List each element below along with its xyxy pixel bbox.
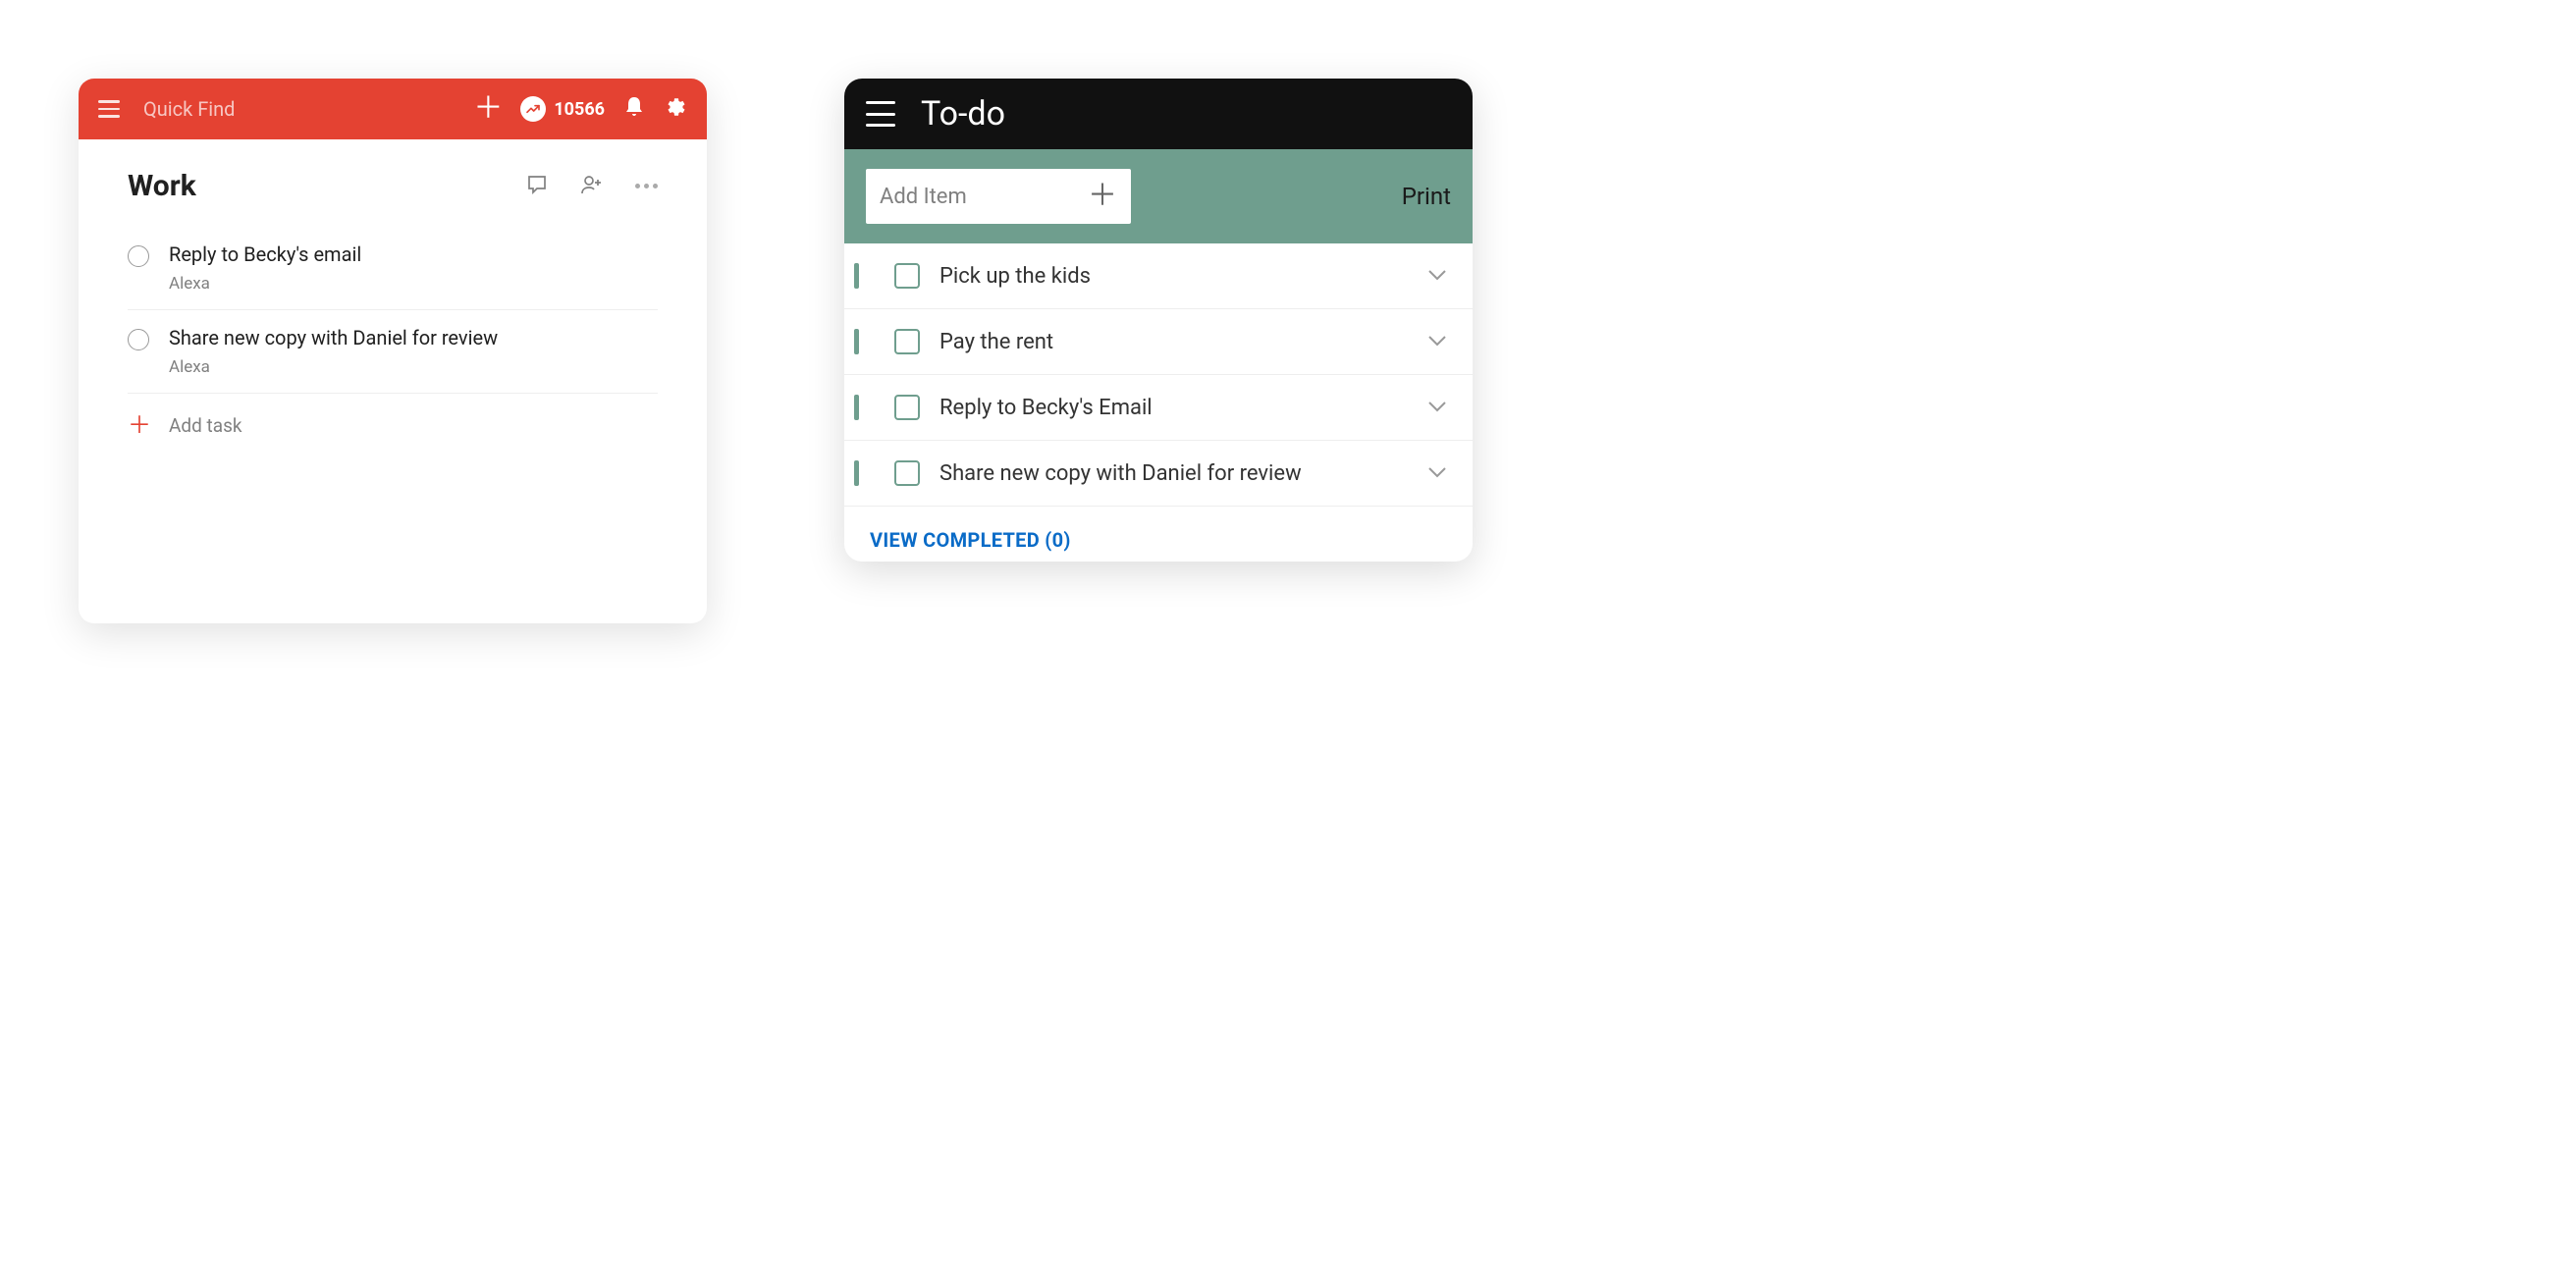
list-item[interactable]: Share new copy with Daniel for review: [844, 441, 1473, 507]
share-icon[interactable]: [580, 173, 604, 200]
more-icon[interactable]: [635, 184, 658, 188]
task-label: Alexa: [169, 274, 658, 294]
todoist-window: Quick Find ＋ 10566 Work: [79, 79, 707, 623]
add-task-label: Add task: [169, 414, 242, 437]
item-text: Pick up the kids: [939, 264, 1408, 289]
task-checkbox[interactable]: [128, 329, 149, 350]
plus-icon[interactable]: ＋: [1088, 182, 1117, 211]
project-title: Work: [128, 169, 525, 203]
item-checkbox[interactable]: [894, 329, 920, 354]
task-checkbox[interactable]: [128, 245, 149, 267]
comments-icon[interactable]: [525, 173, 549, 200]
page-title: To-do: [921, 94, 1005, 134]
item-accent-bar: [854, 263, 859, 289]
item-checkbox[interactable]: [894, 460, 920, 486]
settings-icon[interactable]: [664, 95, 687, 123]
todo-list: Pick up the kids Pay the rent Reply to B…: [844, 243, 1473, 507]
print-button[interactable]: Print: [1402, 183, 1451, 210]
task-content: Reply to Becky's email Alexa: [169, 242, 658, 294]
item-text: Share new copy with Daniel for review: [939, 461, 1408, 486]
item-text: Reply to Becky's Email: [939, 396, 1408, 420]
productivity-icon: [520, 96, 546, 122]
task-title: Reply to Becky's email: [169, 242, 658, 266]
karma-button[interactable]: 10566: [520, 96, 605, 122]
list-item[interactable]: Pay the rent: [844, 309, 1473, 375]
list-item[interactable]: Reply to Becky's Email: [844, 375, 1473, 441]
add-item-placeholder: Add Item: [880, 185, 967, 209]
add-item-bar: Add Item ＋ Print: [844, 149, 1473, 243]
project-actions: [525, 173, 658, 200]
header-actions: ＋ 10566: [473, 94, 687, 124]
chevron-down-icon[interactable]: [1427, 399, 1447, 417]
todoist-content: Work Reply to Becky's email Alexa: [79, 139, 707, 623]
view-completed-button[interactable]: VIEW COMPLETED (0): [844, 507, 1473, 562]
karma-count: 10566: [554, 99, 605, 120]
item-checkbox[interactable]: [894, 395, 920, 420]
task-content: Share new copy with Daniel for review Al…: [169, 326, 658, 377]
alexa-header: To-do: [844, 79, 1473, 149]
menu-icon[interactable]: [98, 96, 124, 122]
chevron-down-icon[interactable]: [1427, 464, 1447, 483]
add-task-button[interactable]: ＋ Add task: [128, 394, 658, 437]
project-header-row: Work: [128, 169, 658, 203]
notifications-icon[interactable]: [622, 95, 646, 123]
item-text: Pay the rent: [939, 330, 1408, 354]
menu-icon[interactable]: [866, 101, 895, 127]
quick-find-input[interactable]: Quick Find: [137, 97, 459, 121]
plus-icon: ＋: [128, 413, 151, 437]
empty-space: [128, 437, 658, 584]
item-accent-bar: [854, 329, 859, 354]
add-item-input[interactable]: Add Item ＋: [866, 169, 1131, 224]
chevron-down-icon[interactable]: [1427, 267, 1447, 286]
alexa-todo-window: To-do Add Item ＋ Print Pick up the kids …: [844, 79, 1473, 562]
add-task-icon[interactable]: ＋: [473, 94, 503, 124]
todoist-header: Quick Find ＋ 10566: [79, 79, 707, 139]
chevron-down-icon[interactable]: [1427, 333, 1447, 351]
item-accent-bar: [854, 460, 859, 486]
task-item[interactable]: Share new copy with Daniel for review Al…: [128, 310, 658, 394]
task-item[interactable]: Reply to Becky's email Alexa: [128, 227, 658, 310]
item-checkbox[interactable]: [894, 263, 920, 289]
item-accent-bar: [854, 395, 859, 420]
task-label: Alexa: [169, 357, 658, 377]
list-item[interactable]: Pick up the kids: [844, 243, 1473, 309]
task-title: Share new copy with Daniel for review: [169, 326, 658, 349]
